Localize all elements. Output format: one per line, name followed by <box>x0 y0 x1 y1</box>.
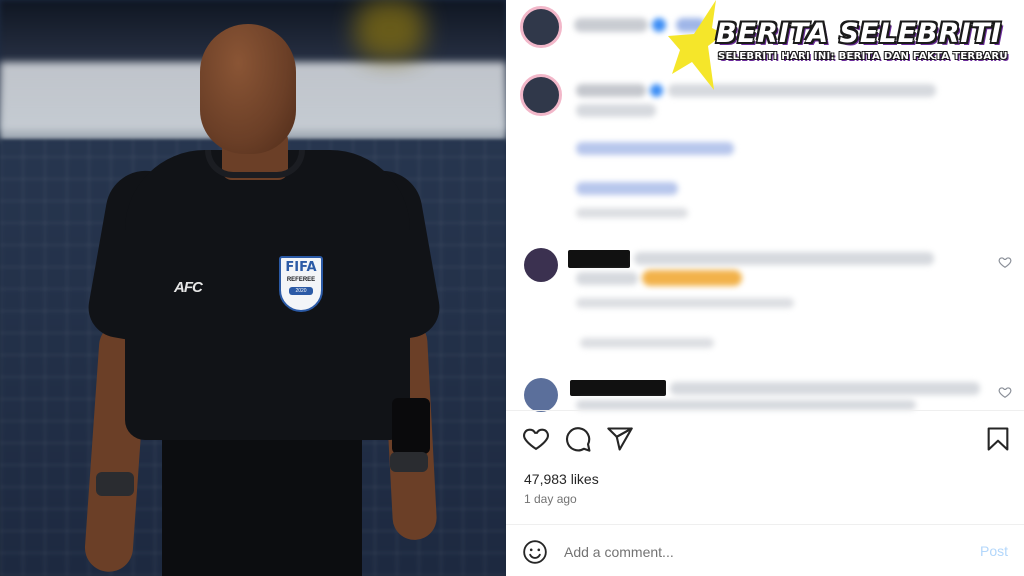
post-timestamp[interactable]: 1 day ago <box>524 492 577 506</box>
watermark-subtitle: SELEBRITI HARI INI: BERITA DAN FAKTA TER… <box>718 51 1008 62</box>
caption-hashtags-1 <box>576 142 734 155</box>
commenter-name-redacted-2 <box>570 380 666 396</box>
comment-2-like-icon[interactable] <box>997 385 1013 401</box>
caption-verified-icon <box>650 84 663 97</box>
commenter-avatar-1[interactable] <box>524 248 558 282</box>
heart-icon[interactable] <box>522 425 550 453</box>
comment-input[interactable] <box>564 541 954 563</box>
caption-username-blurred <box>576 84 646 97</box>
afc-logo: AFC <box>174 279 203 296</box>
badge-referee-text: REFEREE <box>286 277 316 283</box>
badge-fifa-text: FIFA <box>285 260 317 275</box>
comment-icon[interactable] <box>564 425 592 453</box>
caption-avatar[interactable] <box>520 74 562 116</box>
watermark-title: BERITA SELEBRITI <box>716 18 1002 49</box>
post-panel <box>506 0 1024 576</box>
referee-watch-right <box>390 452 428 472</box>
comment-2-line-1 <box>670 382 980 395</box>
comment-bar: Post <box>506 524 1024 576</box>
referee-shorts <box>162 420 362 576</box>
referee-figure: FIFA REFEREE 2020 AFC <box>0 0 506 576</box>
verified-badge-icon <box>652 18 666 32</box>
comment-1-emojis <box>642 270 742 286</box>
commenter-name-redacted-1 <box>568 250 630 268</box>
author-username-blurred <box>574 18 648 32</box>
referee-wristband <box>392 398 430 454</box>
commenter-avatar-2[interactable] <box>524 378 558 412</box>
post-photo[interactable]: FIFA REFEREE 2020 AFC <box>0 0 506 576</box>
badge-year-text: 2020 <box>289 287 313 295</box>
author-avatar[interactable] <box>520 6 562 48</box>
comment-2-line-2 <box>576 400 916 410</box>
send-icon[interactable] <box>606 425 634 453</box>
comment-1-line-1 <box>634 252 934 265</box>
action-bar <box>506 410 1024 468</box>
view-replies-blurred <box>580 338 714 348</box>
comment-1-like-icon[interactable] <box>997 255 1013 271</box>
likes-count[interactable]: 47,983 likes <box>524 471 599 487</box>
fifa-referee-badge: FIFA REFEREE 2020 <box>279 256 323 312</box>
referee-watch-left <box>96 472 134 496</box>
caption-line-2 <box>576 104 656 117</box>
referee-shirt <box>125 150 410 440</box>
referee-collar <box>205 150 305 178</box>
referee-head <box>200 24 296 154</box>
comment-1-meta <box>576 298 794 308</box>
caption-meta <box>576 208 688 218</box>
bookmark-icon[interactable] <box>984 425 1012 453</box>
comment-1-line-2 <box>576 272 638 285</box>
watermark: BERITA SELEBRITI SELEBRITI HARI INI: BER… <box>712 18 1022 68</box>
caption-hashtags-2 <box>576 182 678 195</box>
emoji-icon[interactable] <box>522 539 548 565</box>
post-button[interactable]: Post <box>980 543 1008 559</box>
